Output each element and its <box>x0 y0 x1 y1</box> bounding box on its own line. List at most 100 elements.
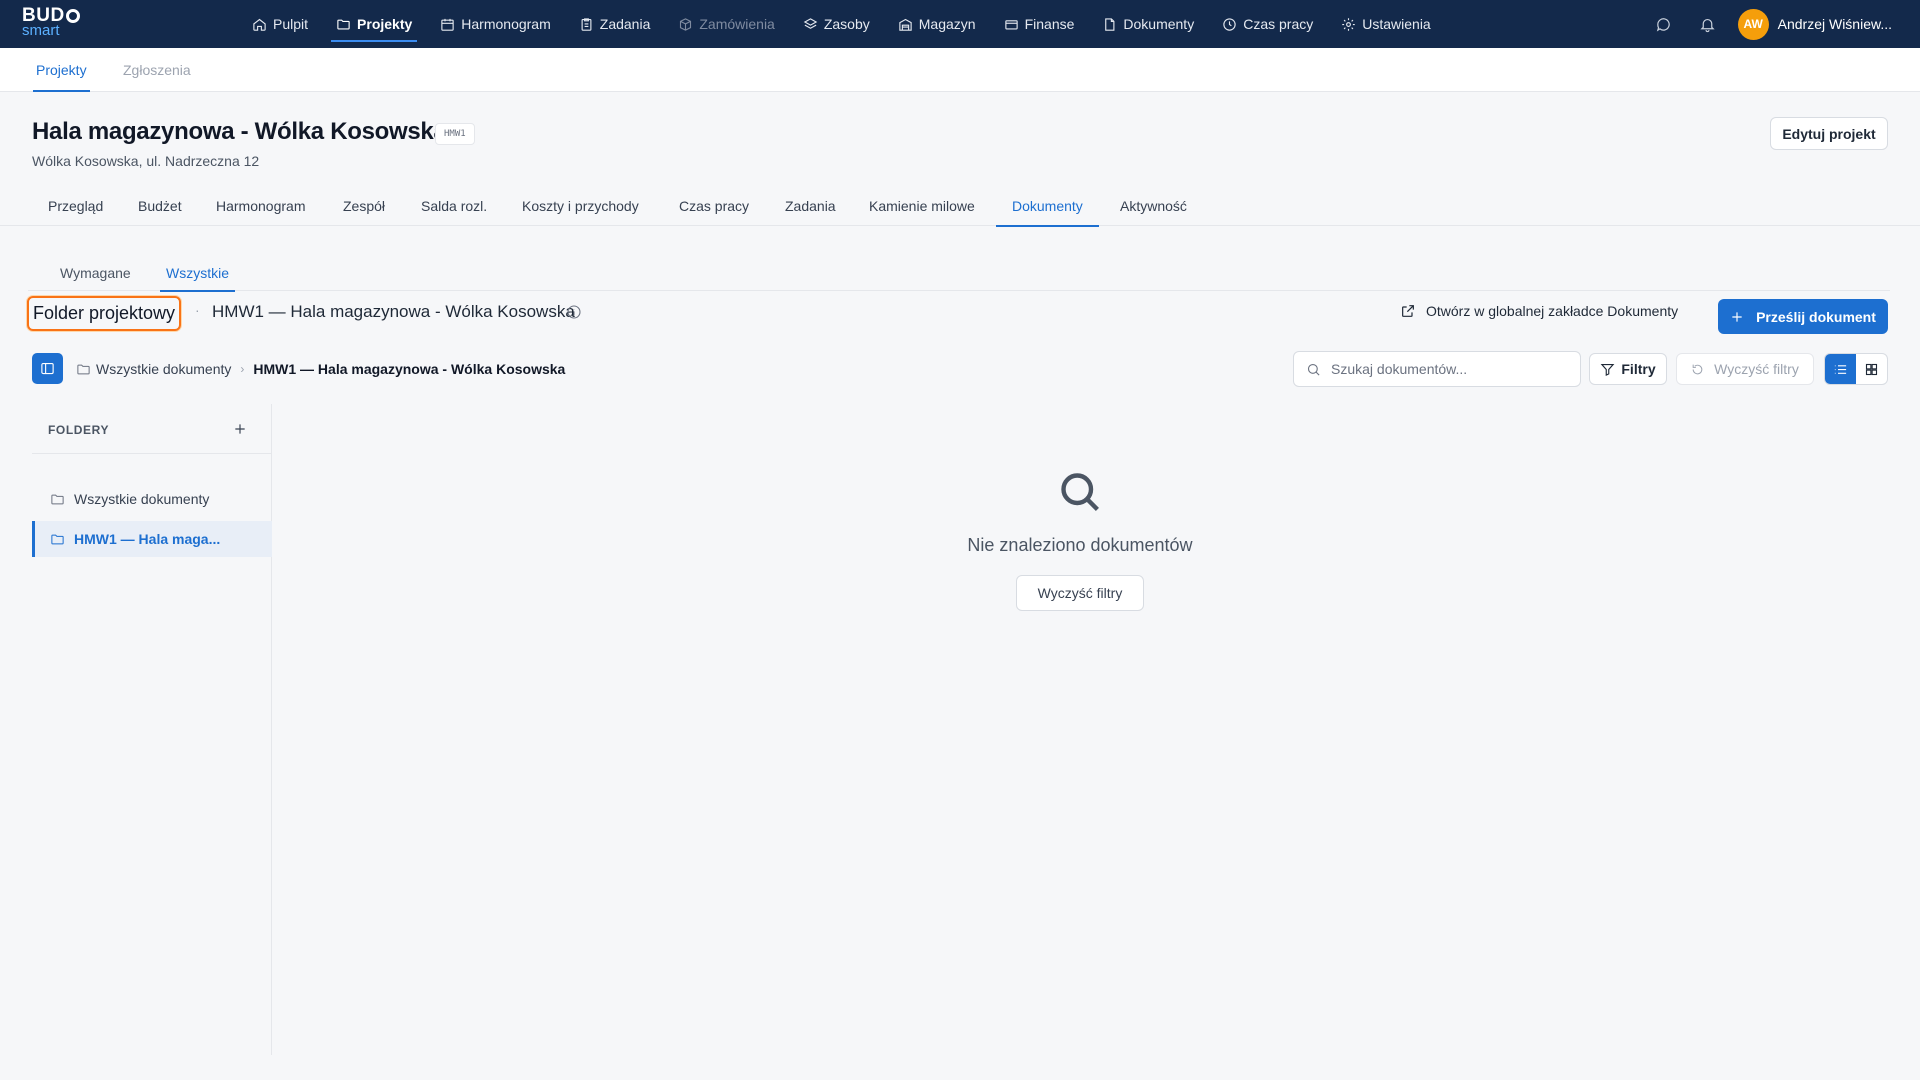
separator: · <box>195 302 200 318</box>
sidebar-toggle-button[interactable] <box>32 353 63 384</box>
tab-salda[interactable]: Salda rozl. <box>421 186 487 226</box>
nav-item-magazyn[interactable]: Magazyn <box>884 0 990 48</box>
nav-item-zadania[interactable]: Zadania <box>565 0 665 48</box>
notifications-button[interactable] <box>1686 0 1730 48</box>
search-icon <box>1058 470 1102 514</box>
tab-zadania[interactable]: Zadania <box>785 186 836 226</box>
breadcrumb-all-documents[interactable]: Wszystkie dokumenty <box>76 361 231 377</box>
nav-item-label: Zamówienia <box>699 16 775 32</box>
nav-item-label: Magazyn <box>918 16 976 32</box>
edit-project-button[interactable]: Edytuj projekt <box>1770 117 1888 150</box>
folder-icon <box>51 534 64 544</box>
project-address: Wólka Kosowska, ul. Nadrzeczna 12 <box>32 153 260 169</box>
folders-title: FOLDERY <box>48 423 110 437</box>
user-menu[interactable]: AW Andrzej Wiśniew... <box>1737 8 1892 40</box>
plus-icon <box>235 424 245 434</box>
clear-filters-label: Wyczyść filtry <box>1714 361 1799 377</box>
view-toggle <box>1824 353 1888 385</box>
subtab-zgloszenia[interactable]: Zgłoszenia <box>123 48 191 92</box>
clear-filters-button[interactable]: Wyczyść filtry <box>1676 353 1814 385</box>
top-navigation: BUD smart Pulpit Projekty Harmonogram Za… <box>0 0 1920 48</box>
project-tabs: Przegląd Budżet Harmonogram Zespół Salda… <box>0 186 1920 227</box>
search-input[interactable] <box>1331 361 1561 377</box>
tab-wszystkie[interactable]: Wszystkie <box>160 254 235 292</box>
open-global-label: Otwórz w globalnej zakładce Dokumenty <box>1426 303 1679 319</box>
avatar: AW <box>1737 8 1769 40</box>
page-title: Hala magazynowa - Wólka Kosowska <box>32 118 447 145</box>
upload-label: Prześlij dokument <box>1756 308 1876 325</box>
external-link-icon <box>1402 305 1414 317</box>
brand-logo[interactable]: BUD smart <box>22 6 80 38</box>
upload-document-button[interactable]: Prześlij dokument <box>1718 299 1888 334</box>
nav-item-label: Finanse <box>1024 16 1075 32</box>
empty-state-title: Nie znaleziono dokumentów <box>967 535 1193 555</box>
nav-item-finanse[interactable]: Finanse <box>990 0 1089 48</box>
nav-item-ustawienia[interactable]: Ustawienia <box>1327 0 1444 48</box>
tab-harmonogram[interactable]: Harmonogram <box>216 186 305 226</box>
project-code-badge: HMW1 <box>435 123 475 145</box>
nav-item-label: Dokumenty <box>1123 16 1195 32</box>
sidebar-icon <box>41 362 54 375</box>
box-icon <box>680 17 692 31</box>
plus-icon <box>1732 311 1742 322</box>
tab-budzet[interactable]: Budżet <box>138 186 182 226</box>
nav-item-czas-pracy[interactable]: Czas pracy <box>1208 0 1327 48</box>
chat-icon <box>1656 17 1670 31</box>
nav-item-dokumenty[interactable]: Dokumenty <box>1088 0 1208 48</box>
nav-item-label: Zasoby <box>823 16 870 32</box>
tab-czas-pracy[interactable]: Czas pracy <box>679 186 749 226</box>
tab-aktywnosc[interactable]: Aktywność <box>1120 186 1187 226</box>
nav-item-projekty[interactable]: Projekty <box>322 0 426 48</box>
folder-icon <box>337 19 350 29</box>
folder-item-all[interactable]: Wszystkie dokumenty <box>32 481 272 517</box>
clock-icon <box>1223 17 1236 31</box>
reset-icon <box>1692 364 1703 374</box>
folder-name: HMW1 — Hala magazynowa - Wólka Kosowska <box>212 302 575 321</box>
brand-line2: smart <box>22 22 60 39</box>
folder-icon <box>51 494 64 504</box>
filters-button[interactable]: Filtry <box>1589 353 1667 385</box>
grid-view-button[interactable] <box>1856 354 1887 384</box>
clipboard-icon <box>581 17 592 31</box>
nav-right: AW Andrzej Wiśniew... <box>1642 0 1892 48</box>
main-nav: Pulpit Projekty Harmonogram Zadania Zamó… <box>238 0 1445 48</box>
chat-button[interactable] <box>1642 0 1686 48</box>
tab-koszty[interactable]: Koszty i przychody <box>522 186 639 226</box>
tab-kamienie[interactable]: Kamienie milowe <box>869 186 975 226</box>
search-box[interactable] <box>1293 351 1581 387</box>
chevron-right-icon: › <box>240 362 245 376</box>
grid-icon <box>1865 363 1878 375</box>
nav-item-pulpit[interactable]: Pulpit <box>238 0 322 48</box>
nav-item-zamowienia[interactable]: Zamówienia <box>664 0 788 48</box>
empty-clear-filters-button[interactable]: Wyczyść filtry <box>1016 575 1144 611</box>
bell-icon <box>1700 18 1715 32</box>
nav-item-label: Ustawienia <box>1362 16 1431 32</box>
folder-item-label: HMW1 — Hala maga... <box>74 531 221 547</box>
folder-item-hmw1[interactable]: HMW1 — Hala maga... <box>32 521 272 557</box>
nav-item-zasoby[interactable]: Zasoby <box>789 0 884 48</box>
layers-icon <box>803 17 818 29</box>
nav-item-label: Projekty <box>357 16 413 32</box>
tab-zespol[interactable]: Zespół <box>343 186 385 226</box>
nav-item-label: Harmonogram <box>461 16 551 32</box>
filters-label: Filtry <box>1621 361 1656 377</box>
tab-dokumenty[interactable]: Dokumenty <box>996 186 1099 227</box>
document-icon <box>1105 17 1115 31</box>
filter-icon <box>1601 363 1615 376</box>
warehouse-icon <box>899 18 912 31</box>
user-name: Andrzej Wiśniew... <box>1777 16 1892 32</box>
tab-wymagane[interactable]: Wymagane <box>60 254 131 291</box>
folder-item-label: Wszystkie dokumenty <box>74 491 210 507</box>
nav-item-harmonogram[interactable]: Harmonogram <box>426 0 564 48</box>
breadcrumb-label: Wszystkie dokumenty <box>96 361 232 377</box>
list-view-button[interactable] <box>1825 354 1856 384</box>
search-icon <box>1307 363 1320 376</box>
nav-item-label: Czas pracy <box>1243 16 1314 32</box>
open-global-documents-link[interactable]: Otwórz w globalnej zakładce Dokumenty <box>1400 303 1678 319</box>
info-icon[interactable] <box>566 304 582 320</box>
subtab-projekty[interactable]: Projekty <box>33 48 90 92</box>
add-folder-button[interactable] <box>230 419 250 439</box>
tab-przeglad[interactable]: Przegląd <box>48 186 103 226</box>
home-icon <box>253 18 266 31</box>
gear-icon <box>1342 17 1355 31</box>
